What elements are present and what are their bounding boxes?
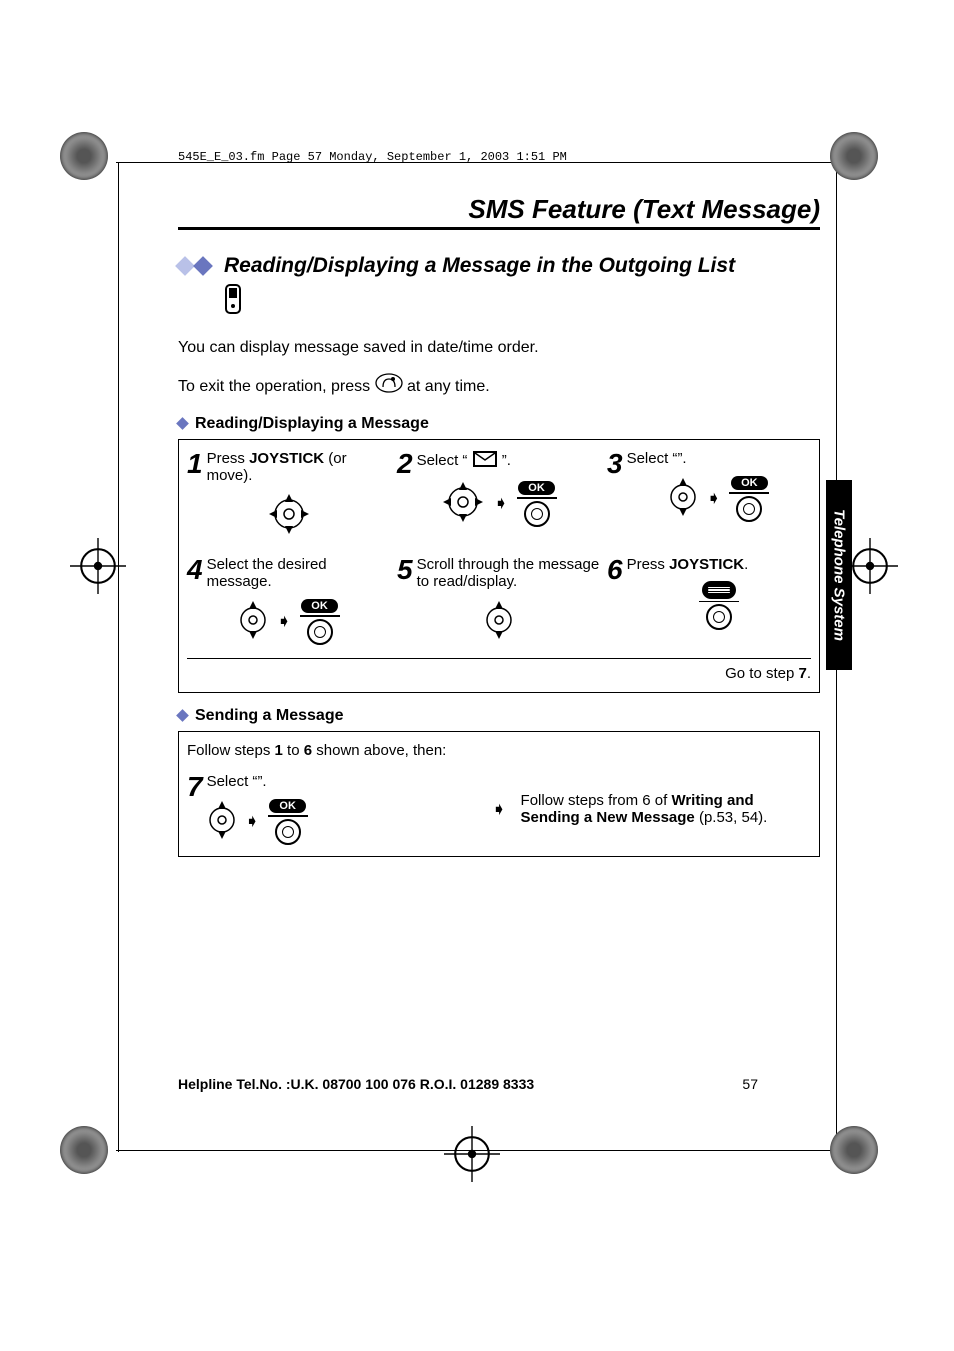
step-5: 5 Scroll through the message to read/dis… bbox=[397, 556, 601, 646]
page-title: SMS Feature (Text Message) bbox=[178, 194, 820, 225]
page-footer: Helpline Tel.No. :U.K. 08700 100 076 R.O… bbox=[178, 1076, 758, 1092]
follow-instruction: Follow steps from 6 of Writing and Sendi… bbox=[521, 792, 811, 826]
arrow-right-icon: ➧ bbox=[706, 488, 721, 509]
ok-button-graphic: OK bbox=[517, 481, 557, 527]
exit-key-icon bbox=[375, 373, 403, 400]
step-3: 3 Select “”. ➧ OK bbox=[607, 450, 811, 540]
arrow-right-icon: ➧ bbox=[276, 611, 291, 632]
title-area: SMS Feature (Text Message) bbox=[178, 194, 820, 230]
goto-line: Go to step 7. bbox=[187, 658, 811, 682]
step-6: 6 Press JOYSTICK. bbox=[607, 556, 811, 646]
intro-line-1: You can display message saved in date/ti… bbox=[178, 337, 820, 359]
page-number: 57 bbox=[742, 1076, 758, 1092]
ok-button-graphic: OK bbox=[300, 599, 340, 645]
arrow-right-icon: ➧ bbox=[491, 799, 506, 820]
section-tab: Telephone System bbox=[826, 480, 852, 670]
small-diamond-icon bbox=[176, 417, 189, 430]
diamond-bullet-icon bbox=[178, 259, 214, 273]
section-title-text: Reading/Displaying a Message in the Outg… bbox=[224, 254, 735, 278]
registration-dot bbox=[830, 132, 878, 180]
joystick-updown-icon bbox=[668, 475, 698, 523]
step-number: 5 bbox=[397, 556, 413, 584]
ok-button-graphic: OK bbox=[268, 799, 308, 845]
follow-steps-line: Follow steps 1 to 6 shown above, then: bbox=[187, 742, 811, 759]
registration-mark-icon bbox=[70, 538, 110, 578]
header-filename: 545E_E_03.fm Page 57 Monday, September 1… bbox=[178, 150, 820, 164]
section-tab-label: Telephone System bbox=[831, 509, 848, 641]
joystick-4way-icon bbox=[441, 480, 485, 528]
step-4: 4 Select the desired message. ➧ OK bbox=[187, 556, 391, 646]
registration-dot bbox=[60, 1126, 108, 1174]
step-7: 7 Select “”. ➧ OK bbox=[187, 773, 477, 846]
registration-mark-icon bbox=[444, 1126, 484, 1166]
title-rule bbox=[178, 227, 820, 230]
section-title: Reading/Displaying a Message in the Outg… bbox=[178, 254, 820, 278]
subsection-reading: Reading/Displaying a Message bbox=[178, 415, 820, 433]
envelope-icon bbox=[472, 450, 498, 472]
joystick-updown-icon bbox=[207, 798, 237, 846]
ok-button-graphic: OK bbox=[729, 476, 769, 522]
small-diamond-icon bbox=[176, 709, 189, 722]
registration-dot bbox=[830, 1126, 878, 1174]
intro-line-2: To exit the operation, press at any time… bbox=[178, 373, 820, 400]
registration-dot bbox=[60, 132, 108, 180]
arrow-right-icon: ➧ bbox=[245, 811, 260, 832]
step-number: 2 bbox=[397, 450, 413, 478]
step-number: 6 bbox=[607, 556, 623, 584]
step-number: 3 bbox=[607, 450, 623, 478]
joystick-updown-icon bbox=[238, 598, 268, 646]
steps-box-1: 1 Press JOYSTICK (or move). 2 Select “ bbox=[178, 439, 820, 693]
step-number: 4 bbox=[187, 556, 203, 584]
steps-box-2: Follow steps 1 to 6 shown above, then: 7… bbox=[178, 731, 820, 857]
step-number: 1 bbox=[187, 450, 203, 478]
arrow-right-icon: ➧ bbox=[493, 493, 508, 514]
helpline-text: Helpline Tel.No. :U.K. 08700 100 076 R.O… bbox=[178, 1076, 534, 1092]
menu-icon bbox=[702, 581, 736, 599]
joystick-updown-icon bbox=[484, 598, 514, 646]
menu-button-graphic bbox=[699, 581, 739, 631]
joystick-4way-icon bbox=[267, 492, 311, 540]
subsection-sending: Sending a Message bbox=[178, 707, 820, 725]
step-number: 7 bbox=[187, 773, 203, 801]
page-content: 545E_E_03.fm Page 57 Monday, September 1… bbox=[178, 150, 820, 857]
step-2: 2 Select “ ”. ➧ OK bbox=[397, 450, 601, 540]
step-1: 1 Press JOYSTICK (or move). bbox=[187, 450, 391, 540]
handset-icon bbox=[223, 284, 820, 323]
